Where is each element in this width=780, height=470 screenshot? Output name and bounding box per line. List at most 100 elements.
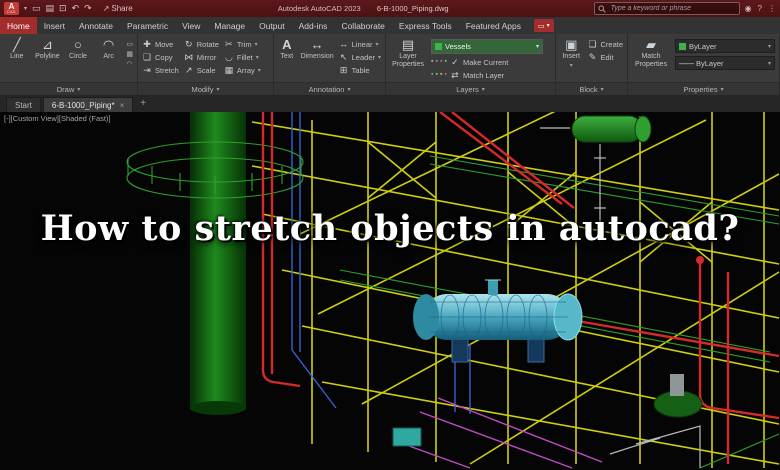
drawing-tab-label: 6-B-1000_Piping* <box>52 101 115 110</box>
bylayer-color-value: ByLayer <box>689 42 717 51</box>
make-current-icon: ✓ <box>450 57 460 67</box>
save-icon[interactable]: ⊡ <box>59 4 67 13</box>
draw-panel-label[interactable]: Draw ▾ <box>0 82 137 95</box>
copy-tool[interactable]: ❏ Copy <box>142 52 179 62</box>
arc-icon: ◠ <box>103 37 114 52</box>
tab-featured-apps[interactable]: Featured Apps <box>459 17 528 34</box>
close-tab-icon[interactable]: × <box>120 101 125 110</box>
leader-tool[interactable]: ↖ Leader ▾ <box>339 52 381 62</box>
search-box[interactable] <box>594 2 740 15</box>
fillet-label: Fillet <box>237 53 253 62</box>
insert-block-icon: ▣ <box>565 37 577 52</box>
autocad-logo[interactable]: A CAD <box>4 2 19 15</box>
tab-addins[interactable]: Add-ins <box>292 17 335 34</box>
new-file-icon[interactable]: ▭ <box>32 4 41 13</box>
trim-tool[interactable]: ✂ Trim ▾ <box>224 39 261 49</box>
stretch-tool[interactable]: ⇥ Stretch <box>142 65 179 75</box>
tab-parametric[interactable]: Parametric <box>120 17 175 34</box>
insert-block-tool[interactable]: ▣ Insert ▾ <box>560 37 582 69</box>
tab-manage[interactable]: Manage <box>207 17 252 34</box>
tab-annotate[interactable]: Annotate <box>72 17 120 34</box>
layer-state-icons: ▪▪▪▪ <box>431 58 447 66</box>
linear-tool[interactable]: ↔ Linear ▾ <box>339 39 381 49</box>
match-layer-tool[interactable]: ▪▪▪▪ ⇄ Match Layer <box>431 70 543 80</box>
modify-panel-label[interactable]: Modify ▾ <box>138 82 273 95</box>
tab-insert[interactable]: Insert <box>37 17 72 34</box>
viewport-controls[interactable]: [-][Custom View][Shaded (Fast)] <box>4 114 111 123</box>
dimension-tool[interactable]: ↔ Dimension <box>301 37 334 61</box>
leader-label: Leader <box>352 53 375 62</box>
bylayer-linetype-value: ByLayer <box>696 59 724 68</box>
tab-view[interactable]: View <box>175 17 207 34</box>
search-input[interactable] <box>609 4 725 13</box>
object-color-dropdown[interactable]: ByLayer ▾ <box>675 39 775 53</box>
drawing-viewport[interactable]: [-][Custom View][Shaded (Fast)] How to s… <box>0 112 780 470</box>
chevron-down-icon: ▾ <box>601 86 604 93</box>
polyline-tool[interactable]: ⊿ Polyline <box>35 37 61 61</box>
redo-icon[interactable]: ↷ <box>84 4 92 13</box>
tab-drawing[interactable]: 6-B-1000_Piping* × <box>43 97 133 112</box>
layer-properties-tool[interactable]: ▤ Layer Properties <box>390 37 426 69</box>
share-button[interactable]: ↗ Share <box>103 4 133 13</box>
overflow-icon[interactable]: ⋮ <box>768 4 776 13</box>
linetype-icon: —— <box>679 59 693 68</box>
match-properties-icon: ▰ <box>646 37 656 52</box>
titlebar: A CAD ▾ ▭ ▤ ⊡ ↶ ↷ ↗ Share Autodesk AutoC… <box>0 0 780 17</box>
circle-label: Circle <box>69 53 87 61</box>
app-title: Autodesk AutoCAD 2023 <box>278 4 361 13</box>
tab-express-tools[interactable]: Express Tools <box>392 17 459 34</box>
properties-panel-label[interactable]: Properties ▾ <box>628 82 779 95</box>
draw-extra-tools[interactable]: ▭ ▦ ◠ <box>126 37 133 68</box>
tab-collaborate[interactable]: Collaborate <box>334 17 391 34</box>
line-tool[interactable]: ╱ Line <box>4 37 30 61</box>
help-icon[interactable]: ? <box>758 4 762 13</box>
layer-properties-label: Layer Properties <box>392 53 424 69</box>
scale-tool[interactable]: ↗ Scale <box>184 65 219 75</box>
arc-tool[interactable]: ◠ Arc <box>96 37 122 61</box>
tab-start[interactable]: Start <box>6 97 41 112</box>
sign-in-icon[interactable]: ◉ <box>745 4 752 13</box>
fillet-tool[interactable]: ◡ Fillet ▾ <box>224 52 261 62</box>
linetype-dropdown[interactable]: —— ByLayer ▾ <box>675 56 775 70</box>
create-label: Create <box>600 40 623 49</box>
match-layer-label: Match Layer <box>463 71 504 80</box>
text-tool[interactable]: A Text <box>278 37 296 61</box>
match-properties-tool[interactable]: ▰ Match Properties <box>632 37 670 69</box>
circle-tool[interactable]: ○ Circle <box>65 37 91 61</box>
edit-block-tool[interactable]: ✎ Edit <box>587 52 623 62</box>
move-tool[interactable]: ✚ Move <box>142 39 179 49</box>
app-menu-chevron-icon[interactable]: ▾ <box>24 5 27 12</box>
layer-dropdown-value: Vessels <box>445 42 471 51</box>
rotate-tool[interactable]: ↻ Rotate <box>184 39 219 49</box>
hatch-icon: ▦ <box>126 50 133 58</box>
draw-panel: ╱ Line ⊿ Polyline ○ Circle ◠ Arc ▭ ▦ <box>0 34 138 95</box>
layers-panel: ▤ Layer Properties Vessels ▾ ▪▪▪▪ ✓ Ma <box>386 34 556 95</box>
annotation-panel-label[interactable]: Annotation ▾ <box>274 82 385 95</box>
annotation-label-text: Annotation <box>309 85 345 94</box>
layer-dropdown[interactable]: Vessels ▾ <box>431 39 543 54</box>
new-drawing-tab-button[interactable]: + <box>135 98 151 109</box>
layer-state-icons: ▪▪▪▪ <box>431 71 447 79</box>
tab-output[interactable]: Output <box>252 17 292 34</box>
logo-sub: CAD <box>7 11 16 15</box>
block-panel-label[interactable]: Block ▾ <box>556 82 627 95</box>
ribbon-display-toggle[interactable]: ▭ ▾ <box>534 19 554 32</box>
rotate-icon: ↻ <box>184 39 194 49</box>
window-title: Autodesk AutoCAD 2023 6-B-1000_Piping.dw… <box>138 4 589 13</box>
layers-panel-label[interactable]: Layers ▾ <box>386 82 555 95</box>
mirror-tool[interactable]: ⋈ Mirror <box>184 52 219 62</box>
array-tool[interactable]: ▦ Array ▾ <box>224 65 261 75</box>
chevron-down-icon: ▾ <box>347 86 350 93</box>
table-tool[interactable]: ⊞ Table <box>339 65 381 75</box>
make-current-tool[interactable]: ▪▪▪▪ ✓ Make Current <box>431 57 543 67</box>
leader-icon: ↖ <box>339 52 349 62</box>
open-file-icon[interactable]: ▤ <box>46 4 55 13</box>
scale-label: Scale <box>197 66 216 75</box>
chevron-down-icon: ▾ <box>768 43 771 50</box>
create-block-tool[interactable]: ❏ Create <box>587 39 623 49</box>
undo-icon[interactable]: ↶ <box>72 4 80 13</box>
table-icon: ⊞ <box>339 65 349 75</box>
tab-home[interactable]: Home <box>0 17 37 34</box>
ribbon-tab-bar: Home Insert Annotate Parametric View Man… <box>0 17 780 34</box>
match-layer-icon: ⇄ <box>450 70 460 80</box>
